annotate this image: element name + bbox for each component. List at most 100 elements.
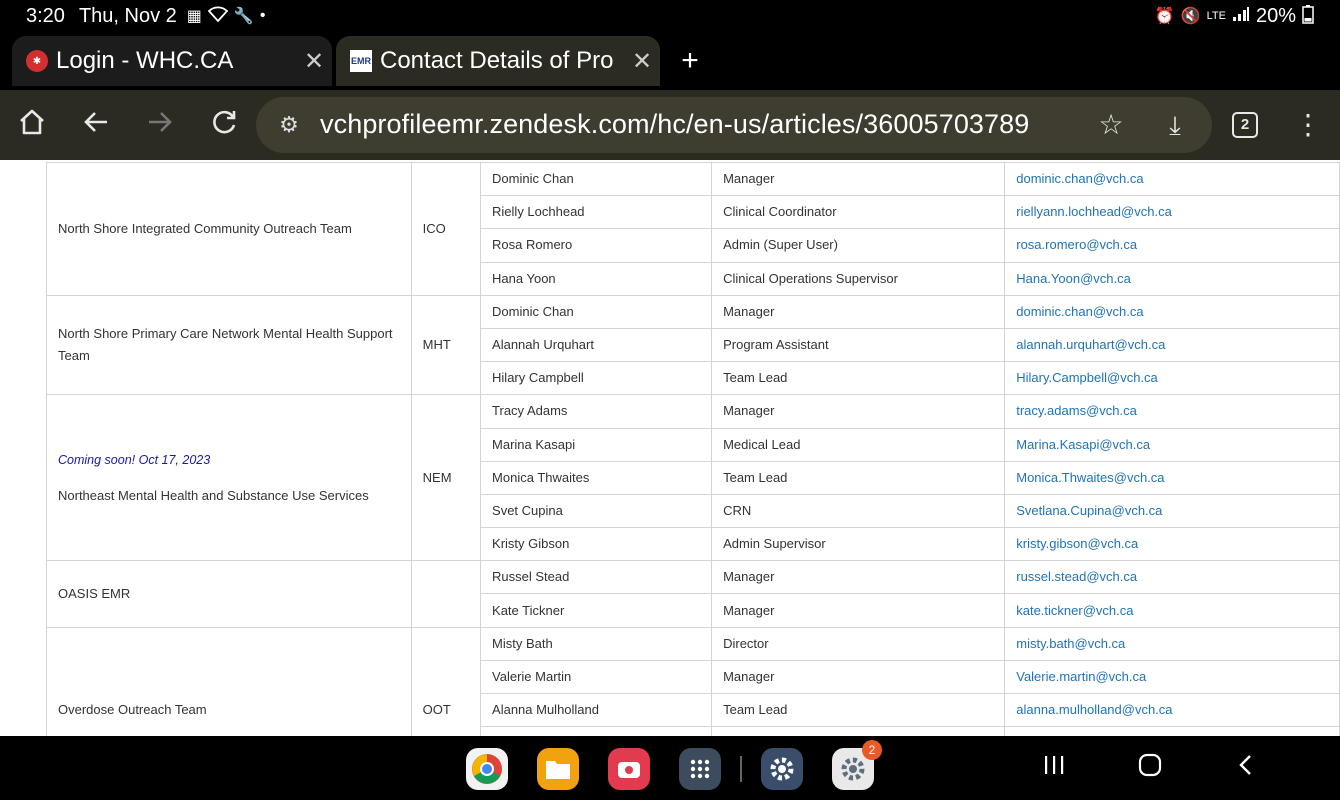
contact-email-link[interactable]: Valerie.martin@vch.ca — [1004, 659, 1340, 695]
contacts-table-body: North Shore Integrated Community Outreac… — [46, 161, 1340, 736]
team-name: OASIS EMR — [58, 585, 131, 601]
tab-title: Login - WHC.CA — [56, 47, 234, 74]
notification-badge: 2 — [862, 740, 882, 760]
app-drawer-icon[interactable] — [679, 748, 721, 790]
status-date: Thu, Nov 2 — [78, 4, 177, 27]
contact-name-cell: Rielly Lochhead — [480, 195, 713, 230]
settings-icon[interactable] — [761, 748, 803, 790]
google-settings-icon[interactable]: 2 — [832, 740, 882, 790]
home-icon[interactable] — [14, 107, 50, 143]
contact-role-cell: CRN — [711, 493, 1006, 529]
coming-soon-note: Coming soon! Oct 17, 2023 — [58, 452, 211, 467]
contacts-table: North Shore Integrated Community Outreac… — [46, 161, 1340, 736]
lte-label: LTE — [1206, 10, 1226, 22]
team-name-cell: North Shore Primary Care Network Mental … — [46, 294, 412, 396]
status-bar: 3:20 Thu, Nov 2 ▦ 🔧 • ⏰ 🔇 LTE 20% — [0, 0, 1340, 32]
tab-contact-details[interactable]: EMR Contact Details of Pro ✕ — [336, 36, 660, 86]
back-nav-icon[interactable] — [1228, 752, 1264, 784]
chrome-icon[interactable] — [466, 748, 508, 790]
contact-name-cell: Svet Cupina — [480, 493, 713, 529]
home-nav-icon[interactable] — [1132, 752, 1168, 784]
close-icon[interactable]: ✕ — [296, 47, 332, 76]
contact-email-link[interactable]: rosa.romero@vch.ca — [1004, 228, 1340, 263]
tab-switcher-button[interactable]: 2 — [1232, 112, 1258, 138]
back-icon[interactable] — [78, 107, 114, 143]
contact-email-link[interactable]: Svetlana.Cupina@vch.ca — [1004, 493, 1340, 529]
url-text[interactable]: vchprofileemr.zendesk.com/hc/en-us/artic… — [320, 109, 1029, 140]
contact-email-link[interactable]: Hana.Yoon@vch.ca — [1004, 261, 1340, 296]
contact-name-cell — [480, 726, 713, 736]
table-row: Coming soon! Oct 17, 2023 Northeast Menta… — [46, 394, 1340, 562]
contact-role-cell: Program Assistant — [711, 327, 1006, 363]
system-nav-bar: 2 — [0, 736, 1340, 800]
recent-apps-icon[interactable] — [1036, 752, 1072, 784]
contact-email-link[interactable]: alanna.mulholland@vch.ca — [1004, 692, 1340, 728]
page-content: North Shore Integrated Community Outreac… — [0, 160, 1340, 736]
contact-email-link[interactable]: Hilary.Campbell@vch.ca — [1004, 361, 1340, 396]
team-name-cell: Overdose Outreach Team — [46, 626, 412, 736]
battery-icon — [1302, 4, 1314, 29]
reload-icon[interactable] — [206, 107, 242, 143]
contact-email-link[interactable]: russel.stead@vch.ca — [1004, 560, 1340, 595]
signal-icon — [1232, 6, 1250, 27]
menu-icon[interactable]: ⋮ — [1290, 107, 1326, 143]
contact-email-link[interactable]: Monica.Thwaites@vch.ca — [1004, 460, 1340, 495]
table-row: North Shore Integrated Community Outreac… — [46, 161, 1340, 296]
contact-role-cell: Manager — [711, 161, 1006, 197]
contact-name-cell: Alanna Mulholland — [480, 692, 713, 728]
contact-email-link[interactable]: riellyann.lochhead@vch.ca — [1004, 195, 1340, 230]
team-name-cell: Coming soon! Oct 17, 2023 Northeast Menta… — [46, 394, 412, 562]
contact-name-cell: Valerie Martin — [480, 659, 713, 695]
screen: 3:20 Thu, Nov 2 ▦ 🔧 • ⏰ 🔇 LTE 20% ✱ Logi… — [0, 0, 1340, 800]
contact-email-link[interactable]: kristy.gibson@vch.ca — [1004, 527, 1340, 562]
contact-name-cell: Russel Stead — [480, 560, 713, 595]
contact-name-cell: Misty Bath — [480, 626, 713, 661]
contact-role-cell: Manager — [711, 593, 1006, 628]
team-code-cell: NEM — [410, 394, 482, 562]
contact-name-cell: Tracy Adams — [480, 394, 713, 429]
team-code-cell: OOT — [410, 626, 482, 736]
contact-name-cell: Marina Kasapi — [480, 427, 713, 462]
contact-email-link[interactable]: kate.tickner@vch.ca — [1004, 593, 1340, 628]
contact-email-link[interactable] — [1004, 726, 1340, 736]
contact-name-cell: Hana Yoon — [480, 261, 713, 296]
contact-email-link[interactable]: tracy.adams@vch.ca — [1004, 394, 1340, 429]
emr-logo-icon: EMR — [350, 50, 372, 72]
whc-logo-icon: ✱ — [26, 50, 48, 72]
contact-email-link[interactable]: misty.bath@vch.ca — [1004, 626, 1340, 661]
files-icon[interactable] — [537, 748, 579, 790]
contact-role-cell: Clinical Operations Supervisor — [711, 261, 1006, 296]
contact-role-cell: Team Lead — [711, 460, 1006, 495]
contact-role-cell: Director — [711, 626, 1006, 661]
contact-role-cell: Manager — [711, 294, 1006, 329]
contact-role-cell: Admin (Super User) — [711, 228, 1006, 263]
team-code-cell — [410, 560, 482, 628]
forward-icon[interactable] — [142, 107, 178, 143]
star-icon[interactable]: ☆ — [1094, 109, 1128, 141]
contact-name-cell: Dominic Chan — [480, 161, 713, 197]
address-bar[interactable]: ⚙ vchprofileemr.zendesk.com/hc/en-us/art… — [256, 97, 1212, 153]
team-name: Northeast Mental Health and Substance Us… — [58, 487, 369, 503]
table-row: Overdose Outreach Team OOT Misty Bath Direc… — [46, 626, 1340, 736]
contact-email-link[interactable]: dominic.chan@vch.ca — [1004, 294, 1340, 329]
browser-toolbar: ⚙ vchprofileemr.zendesk.com/hc/en-us/art… — [0, 90, 1340, 160]
download-icon[interactable]: ⤓ — [1158, 109, 1192, 141]
tab-login-whc[interactable]: ✱ Login - WHC.CA ✕ — [12, 36, 332, 86]
wrench-icon: 🔧 — [233, 8, 254, 25]
contact-name-cell: Kristy Gibson — [480, 527, 713, 562]
screen-recorder-icon[interactable] — [608, 748, 650, 790]
table-row: North Shore Primary Care Network Mental … — [46, 294, 1340, 396]
new-tab-button[interactable]: + — [672, 44, 708, 80]
contact-name-cell: Dominic Chan — [480, 294, 713, 329]
tab-title: Contact Details of Pro — [380, 47, 614, 74]
contact-email-link[interactable]: Marina.Kasapi@vch.ca — [1004, 427, 1340, 462]
close-icon[interactable]: ✕ — [624, 47, 660, 76]
contact-name-cell: Alannah Urquhart — [480, 327, 713, 363]
team-name: North Shore Primary Care Network Mental … — [58, 326, 393, 364]
site-settings-icon[interactable]: ⚙ — [274, 110, 304, 140]
contact-role-cell: Manager — [711, 394, 1006, 429]
contact-email-link[interactable]: dominic.chan@vch.ca — [1004, 161, 1340, 197]
contact-email-link[interactable]: alannah.urquhart@vch.ca — [1004, 327, 1340, 363]
battery-percent: 20% — [1255, 4, 1296, 27]
contact-name-cell: Hilary Campbell — [480, 361, 713, 396]
